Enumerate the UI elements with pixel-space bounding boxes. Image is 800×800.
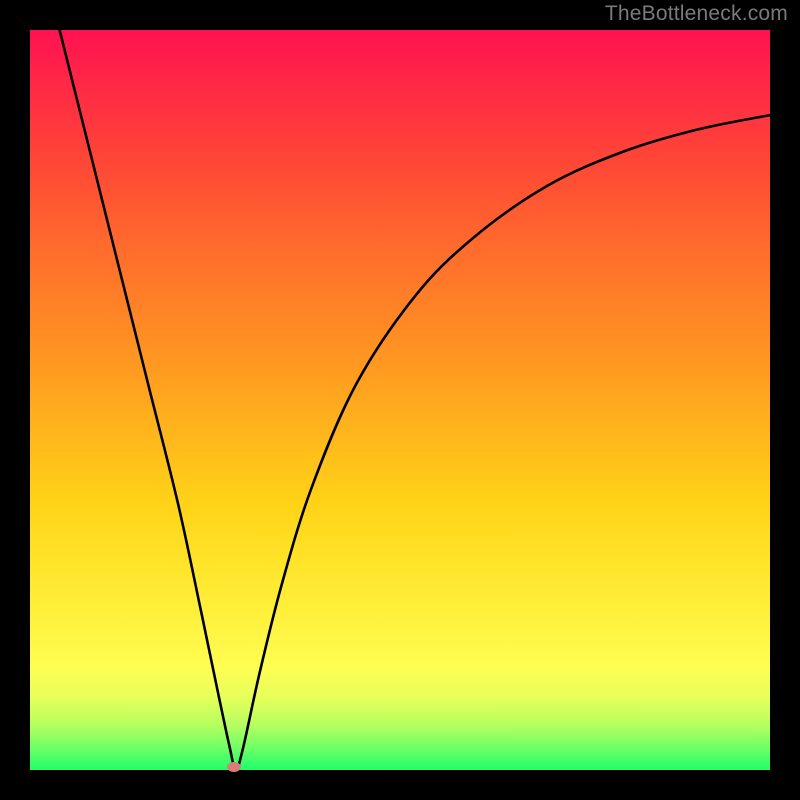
bottleneck-curve	[60, 30, 770, 770]
minimum-marker	[227, 762, 241, 772]
curve-svg	[30, 30, 770, 770]
watermark-text: TheBottleneck.com	[605, 2, 788, 26]
plot-area	[30, 30, 770, 770]
chart-container: TheBottleneck.com	[0, 0, 800, 800]
